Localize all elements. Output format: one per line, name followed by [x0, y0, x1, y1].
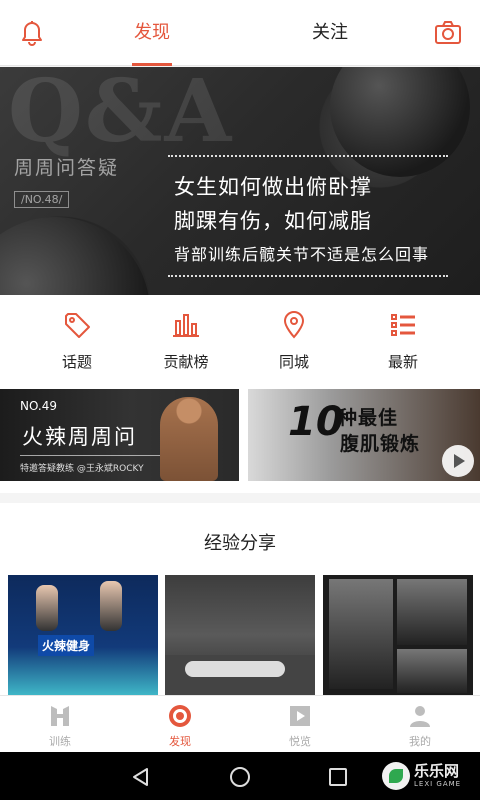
back-icon[interactable]	[130, 766, 152, 788]
video-play-icon	[290, 706, 310, 726]
promo-subtitle: 特邀答疑教练 @王永斌ROCKY	[20, 464, 144, 474]
category-nearby[interactable]: 同城	[244, 295, 344, 383]
promo-title: 火辣周周问	[22, 425, 137, 449]
nav-label: 悦览	[289, 735, 311, 748]
person-icon	[410, 706, 430, 727]
post-thumbnail[interactable]	[323, 575, 473, 695]
promo-card-abs-workout[interactable]: 10 种最佳 腹肌锻炼	[248, 389, 480, 481]
category-label: 最新	[387, 353, 418, 371]
tab-follow[interactable]: 关注	[296, 0, 364, 66]
recents-icon[interactable]	[327, 766, 349, 788]
category-topic[interactable]: 话题	[27, 295, 127, 383]
promo-number: NO.49	[20, 399, 58, 413]
category-latest[interactable]: 最新	[353, 295, 453, 383]
qa-banner[interactable]: Q&A 周周问答疑 /NO.48/ 女生如何做出俯卧撑 脚踝有伤，如何减脂 背部…	[0, 67, 480, 295]
thumbnail-tag: 火辣健身	[38, 635, 95, 656]
person-image	[36, 585, 58, 631]
experience-section: 经验分享 火辣健身	[0, 503, 480, 695]
post-thumbnail[interactable]: 火辣健身	[8, 575, 158, 695]
watermark-logo-icon	[382, 762, 410, 790]
app-screen: 发现 关注 Q&A 周周问答疑 /NO.48/ 女生如何做出俯卧撑 脚踝有伤，如…	[0, 0, 480, 800]
photo-tile	[397, 649, 467, 693]
system-nav-bar: 乐乐网 LEXI GAME	[0, 752, 480, 800]
bar-chart-icon	[173, 314, 199, 337]
photo-tile	[397, 579, 467, 645]
nav-label: 我的	[409, 735, 431, 748]
promo-row: NO.49 火辣周周问 特邀答疑教练 @王永斌ROCKY 10 种最佳 腹肌锻炼	[0, 383, 480, 493]
promo-card-weekly-qa[interactable]: NO.49 火辣周周问 特邀答疑教练 @王永斌ROCKY	[0, 389, 239, 481]
tag-icon	[65, 313, 90, 338]
nav-me[interactable]: 我的	[380, 696, 460, 753]
target-icon	[169, 705, 191, 727]
site-watermark: 乐乐网 LEXI GAME	[382, 758, 472, 794]
list-icon	[391, 314, 415, 336]
divider	[20, 455, 160, 456]
post-thumbnail[interactable]	[165, 575, 315, 695]
bottom-nav: 训练 发现 悦览 我的	[0, 695, 480, 752]
person-image	[100, 581, 122, 631]
home-icon[interactable]	[229, 766, 251, 788]
person-image	[185, 661, 285, 677]
promo-title-line: 腹肌锻炼	[340, 433, 421, 455]
divider	[168, 275, 448, 277]
camera-icon[interactable]	[434, 20, 462, 46]
promo-title-line: 种最佳	[338, 407, 399, 429]
nav-label: 发现	[169, 735, 191, 748]
section-title: 经验分享	[204, 533, 276, 554]
banner-watermark: Q&A	[8, 67, 234, 162]
banner-question: 背部训练后髋关节不适是怎么回事	[174, 245, 430, 264]
gym-ball-image	[0, 217, 150, 295]
banner-question: 脚踝有伤，如何减脂	[174, 209, 372, 233]
watermark-en: LEXI GAME	[414, 780, 462, 788]
banner-series-title: 周周问答疑	[14, 157, 120, 179]
nav-training[interactable]: 训练	[20, 696, 100, 753]
bell-icon[interactable]	[17, 18, 47, 48]
watermark-name: 乐乐网	[414, 762, 460, 780]
banner-issue: /NO.48/	[14, 191, 70, 208]
nav-discover[interactable]: 发现	[140, 696, 220, 753]
photo-tile	[329, 579, 393, 689]
divider	[168, 155, 448, 157]
category-leaderboard[interactable]: 贡献榜	[136, 295, 236, 383]
coach-image	[160, 397, 218, 481]
h-logo-icon	[51, 706, 69, 726]
gym-ball-image	[330, 67, 470, 177]
tab-discover[interactable]: 发现	[118, 0, 186, 66]
play-icon[interactable]	[442, 445, 474, 477]
banner-question: 女生如何做出俯卧撑	[174, 175, 372, 199]
category-row: 话题 贡献榜 同城 最新	[0, 295, 480, 383]
category-label: 贡献榜	[163, 353, 209, 371]
top-bar: 发现 关注	[0, 0, 480, 66]
nav-label: 训练	[49, 735, 71, 748]
category-label: 同城	[278, 353, 309, 371]
promo-number: 10	[288, 399, 344, 445]
nav-browse[interactable]: 悦览	[260, 696, 340, 753]
category-label: 话题	[61, 353, 92, 371]
location-pin-icon	[283, 311, 305, 339]
